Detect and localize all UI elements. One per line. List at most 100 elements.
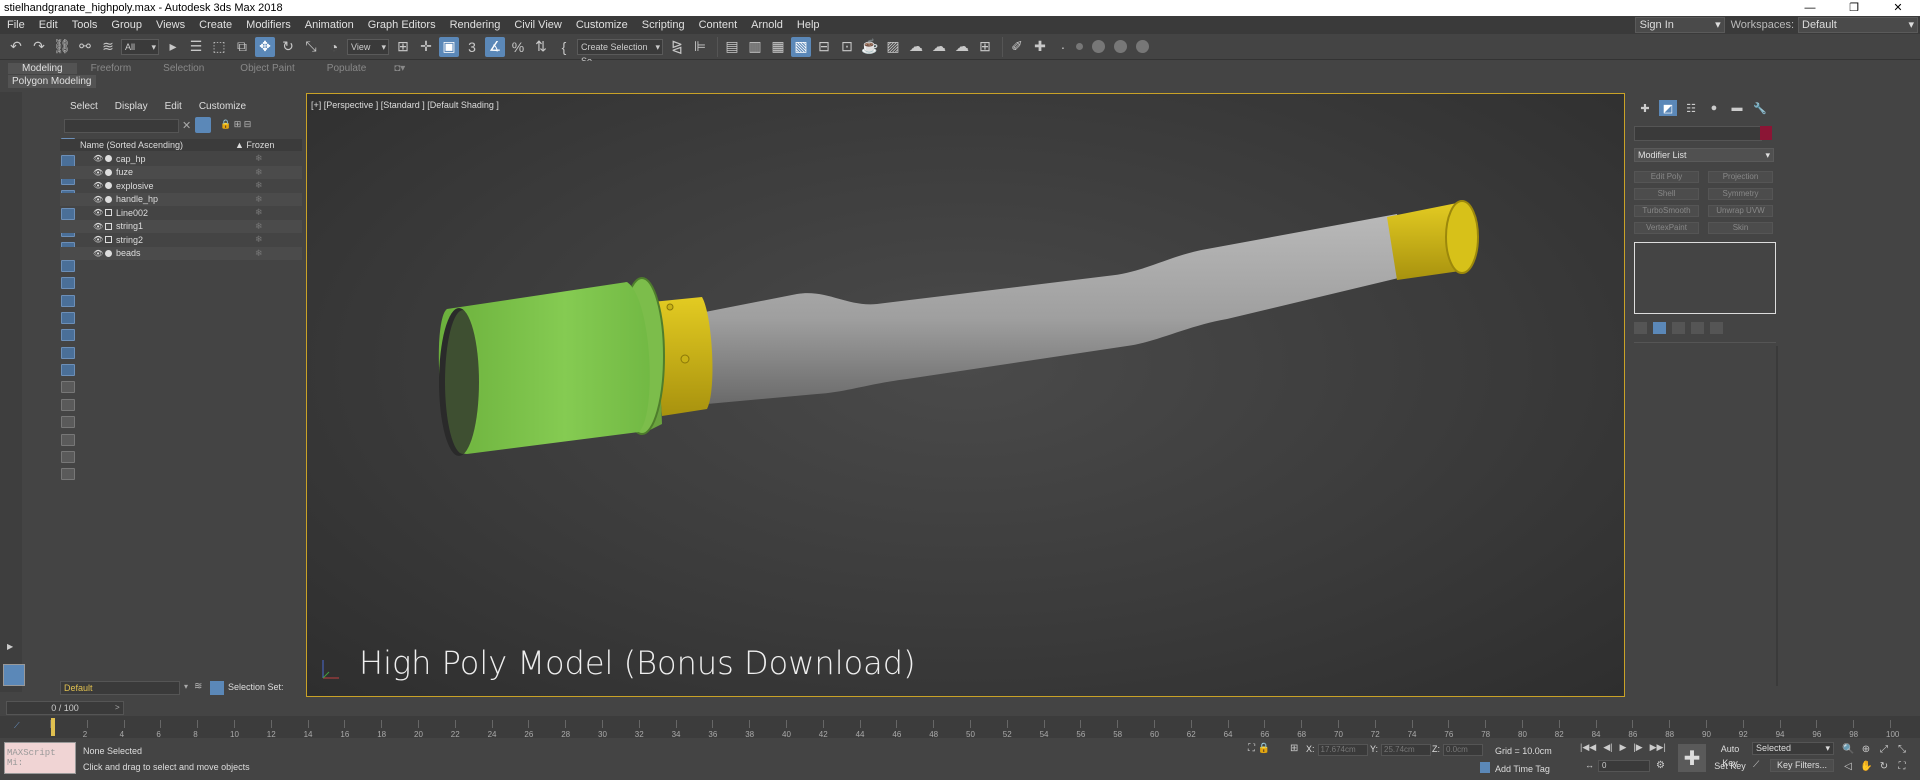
menu-tools[interactable]: Tools bbox=[65, 16, 105, 34]
scene-object-row[interactable]: 👁 handle_hp ❄ bbox=[60, 192, 302, 206]
angle-snap-icon[interactable]: ∡ bbox=[485, 36, 505, 57]
create-tab-icon[interactable]: ✚ bbox=[1636, 100, 1654, 116]
auto-key-button[interactable]: Auto Key bbox=[1712, 742, 1748, 768]
key-set-dropdown[interactable]: Selected ▾ bbox=[1752, 742, 1834, 755]
filter-toggle-icon[interactable] bbox=[195, 117, 211, 133]
sign-in-dropdown[interactable]: Sign In ▾ bbox=[1634, 17, 1725, 33]
zoom-extents-icon[interactable]: ⤢ bbox=[1878, 744, 1890, 756]
rendered-frame-icon[interactable]: ▨ bbox=[883, 37, 903, 57]
se-menu-edit[interactable]: Edit bbox=[165, 101, 182, 112]
scene-object-row[interactable]: 👁 cap_hp ❄ bbox=[60, 152, 302, 165]
menu-civil-view[interactable]: Civil View bbox=[507, 16, 568, 34]
add-time-tag[interactable]: Add Time Tag bbox=[1495, 764, 1550, 774]
tab-selection[interactable]: Selection bbox=[145, 63, 222, 74]
scene-object-row[interactable]: 👁 Line002 ❄ bbox=[60, 206, 302, 219]
named-selection-dropdown[interactable]: Create Selection Se ▾ bbox=[577, 38, 663, 66]
current-frame-field[interactable]: 0 bbox=[1598, 760, 1650, 772]
se-menu-customize[interactable]: Customize bbox=[199, 101, 246, 112]
hierarchy-tab-icon[interactable]: ☷ bbox=[1682, 100, 1700, 116]
scene-object-row[interactable]: 👁 string1 ❄ bbox=[60, 219, 302, 233]
percent-snap-icon[interactable]: % bbox=[508, 37, 528, 57]
freeze-toggle-icon[interactable]: ❄ bbox=[255, 221, 263, 232]
scene-object-row[interactable]: 👁 string2 ❄ bbox=[60, 233, 302, 246]
command-panel-scrollbar[interactable] bbox=[1776, 346, 1778, 686]
key-filter-icon[interactable]: ⟋ bbox=[1753, 759, 1759, 770]
menu-help[interactable]: Help bbox=[790, 16, 827, 34]
column-name[interactable]: Name (Sorted Ascending) bbox=[60, 140, 235, 150]
minimize-button[interactable]: — bbox=[1788, 0, 1832, 16]
select-place-icon[interactable]: ◔ bbox=[324, 37, 344, 57]
select-manipulate-icon[interactable]: ✛ bbox=[416, 37, 436, 57]
make-unique-icon[interactable] bbox=[1672, 322, 1685, 334]
se-menu-display[interactable]: Display bbox=[115, 101, 148, 112]
modify-tab-icon[interactable]: ◩ bbox=[1659, 100, 1677, 116]
configure-modifier-sets-icon[interactable] bbox=[1710, 322, 1723, 334]
x-value-field[interactable]: 17.674cm bbox=[1317, 744, 1368, 756]
keyboard-shortcut-override-icon[interactable]: ▣ bbox=[439, 36, 459, 57]
unlink-icon[interactable]: ⚯ bbox=[75, 37, 95, 57]
undo-icon[interactable]: ↶ bbox=[6, 37, 26, 57]
selection-filter-dropdown[interactable]: All ▾ bbox=[121, 38, 159, 55]
pan-icon[interactable]: ✋ bbox=[1860, 761, 1872, 773]
key-mode-icon[interactable]: ↔ bbox=[1585, 760, 1594, 770]
menu-modifiers[interactable]: Modifiers bbox=[239, 16, 298, 34]
redo-icon[interactable]: ↷ bbox=[29, 37, 49, 57]
scene-explorer-toggle-icon[interactable]: ▤ bbox=[722, 37, 742, 57]
visibility-eye-icon[interactable]: 👁 bbox=[93, 235, 103, 244]
isolate-selection-icon[interactable]: ⛶ 🔒 bbox=[1248, 743, 1270, 754]
snaps-toggle-icon[interactable]: 3 bbox=[462, 37, 482, 57]
layer-dropdown[interactable]: Default bbox=[60, 681, 180, 695]
tab-freeform[interactable]: Freeform bbox=[77, 63, 146, 74]
ribbon-toggle-icon[interactable]: ▦ bbox=[768, 37, 788, 57]
freeze-toggle-icon[interactable]: ❄ bbox=[255, 248, 263, 259]
menu-group[interactable]: Group bbox=[104, 16, 149, 34]
crosshair-icon[interactable]: ✚ bbox=[1030, 37, 1050, 57]
time-slider-next-icon[interactable]: > bbox=[115, 703, 120, 712]
column-frozen[interactable]: ▲ Frozen bbox=[235, 140, 274, 150]
viewport-layout-icon[interactable] bbox=[3, 664, 25, 686]
motion-tab-icon[interactable]: ● bbox=[1705, 100, 1723, 116]
select-move-icon[interactable]: ✥ bbox=[255, 36, 275, 57]
object-name-field[interactable] bbox=[1634, 126, 1762, 141]
render-setup-icon[interactable]: ☕ bbox=[860, 37, 880, 57]
modifier-edit-poly-button[interactable]: Edit Poly bbox=[1634, 171, 1699, 183]
menu-customize[interactable]: Customize bbox=[569, 16, 635, 34]
material-editor-icon[interactable]: ⊡ bbox=[837, 37, 857, 57]
se-menu-select[interactable]: Select bbox=[70, 101, 98, 112]
modifier-shell-button[interactable]: Shell bbox=[1634, 188, 1699, 200]
lock-icon[interactable]: 🔒 ⊞ ⊟ bbox=[220, 119, 251, 130]
display-tab-icon[interactable]: ▬ bbox=[1728, 100, 1746, 116]
z-value-field[interactable]: 0.0cm bbox=[1443, 744, 1483, 756]
mirror-icon[interactable]: ⧎ bbox=[667, 37, 687, 57]
select-scale-icon[interactable]: ⤡ bbox=[301, 37, 321, 57]
render-cloud-icon[interactable]: ☁ bbox=[929, 37, 949, 57]
fov-icon[interactable]: ◁ bbox=[1842, 761, 1854, 773]
select-object-icon[interactable]: ▸ bbox=[163, 37, 183, 57]
ribbon-options-icon[interactable]: ◘▾ bbox=[380, 63, 419, 74]
freeze-toggle-icon[interactable]: ❄ bbox=[255, 234, 263, 245]
scene-search-input[interactable] bbox=[64, 119, 179, 133]
y-value-field[interactable]: 25.74cm bbox=[1381, 744, 1432, 756]
window-crossing-icon[interactable]: ⧉ bbox=[232, 37, 252, 57]
close-button[interactable]: ✕ bbox=[1876, 0, 1920, 16]
zoom-all-icon[interactable]: ⊕ bbox=[1860, 744, 1872, 756]
modifier-turbosmooth-button[interactable]: TurboSmooth bbox=[1634, 205, 1699, 217]
a360-gallery-icon[interactable]: ⊞ bbox=[975, 37, 995, 57]
time-cursor[interactable] bbox=[51, 718, 55, 736]
layers-icon[interactable]: ≋ bbox=[194, 681, 202, 692]
pin-stack-icon[interactable] bbox=[1634, 322, 1647, 334]
track-bar[interactable]: ⟋ 2 4 6 8 10 12 14 16 18 20 22 24 26 28 30 32 34 36 38 40 42… bbox=[0, 716, 1920, 739]
modifier-vertexpaint-button[interactable]: VertexPaint bbox=[1634, 222, 1699, 234]
visibility-eye-icon[interactable]: 👁 bbox=[93, 154, 103, 163]
visibility-eye-icon[interactable]: 👁 bbox=[93, 168, 103, 177]
perspective-viewport[interactable]: [+] [Perspective ] [Standard ] [Default … bbox=[306, 93, 1625, 697]
reference-coordinate-dropdown[interactable]: View ▾ bbox=[347, 38, 389, 55]
schematic-view-icon[interactable]: ⊟ bbox=[814, 37, 834, 57]
link-icon[interactable]: ⛓ bbox=[52, 37, 72, 57]
menu-file[interactable]: File bbox=[0, 16, 32, 34]
next-frame-icon[interactable]: |▶ bbox=[1633, 742, 1642, 753]
render-production-icon[interactable]: ☁ bbox=[906, 37, 926, 57]
go-to-end-icon[interactable]: ▶▶| bbox=[1650, 742, 1666, 753]
previous-frame-icon[interactable]: ◀| bbox=[1603, 742, 1612, 753]
zoom-extents-all-icon[interactable]: ⤡ bbox=[1896, 744, 1908, 756]
